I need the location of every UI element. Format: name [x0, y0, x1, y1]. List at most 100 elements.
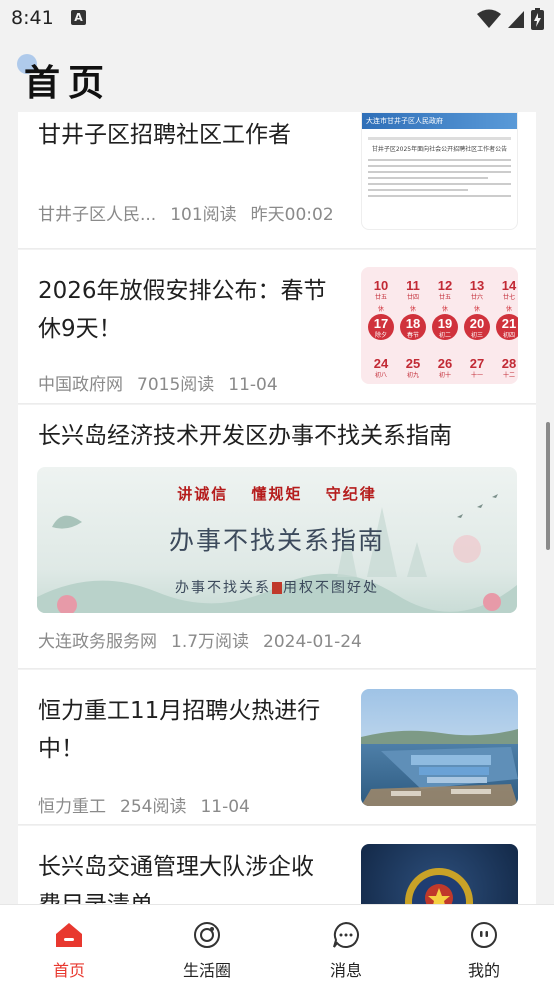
police-emblem-thumbnail [361, 844, 518, 904]
bottom-tab-bar: 首页 生活圈 消息 我的 [0, 904, 554, 984]
calendar-day-number: 12 [438, 278, 452, 293]
tab-label: 生活圈 [182, 961, 231, 980]
news-source: 大连政务服务网 [38, 632, 157, 652]
calendar-rest-badge: 休 [410, 305, 416, 313]
doc-header-bar: 大连市甘井子区人民政府 [362, 113, 517, 129]
news-card[interactable]: 长兴岛交通管理大队涉企收 费目录清单 [18, 826, 536, 904]
calendar-lunar-label: 廿四 [407, 293, 419, 301]
calendar-lunar-label: 廿六 [471, 293, 483, 301]
calendar-day-number: 19 [438, 316, 452, 331]
tab-life-circle[interactable]: 生活圈 [138, 905, 276, 984]
news-thumbnail: 大连市甘井子区人民政府 甘井子区2025年面向社会公开招聘社区工作者公告 [361, 112, 518, 230]
calendar-day-number: 27 [470, 356, 484, 371]
news-meta: 中国政府网 7015阅读 11-04 [38, 370, 292, 395]
calendar-day-number: 13 [470, 278, 484, 293]
calendar-day-number: 21 [502, 316, 516, 331]
news-time: 2024-01-24 [263, 632, 362, 652]
calendar-lunar-label: 初二 [439, 331, 451, 339]
news-meta: 甘井子区人民... 101阅读 昨天00:02 [38, 200, 348, 225]
aerial-photo [361, 689, 518, 806]
news-reads: 7015阅读 [137, 375, 215, 395]
police-emblem [405, 868, 473, 904]
calendar-day-number: 18 [406, 316, 420, 331]
news-time: 11-04 [200, 797, 250, 817]
seal-mark [272, 582, 282, 594]
news-title: 恒力重工11月招聘火热进行 中！ [38, 698, 321, 762]
calendar-lunar-label: 除夕 [375, 331, 387, 339]
calendar-day-number: 10 [374, 278, 388, 293]
wifi-icon [477, 9, 501, 28]
calendar-day-number: 11 [406, 278, 420, 293]
calendar-day-number: 14 [502, 278, 517, 293]
banner-headline: 办事不找关系指南 [168, 526, 385, 555]
news-reads: 254阅读 [120, 797, 187, 817]
tab-label: 消息 [329, 961, 362, 980]
calendar-day-number: 28 [502, 356, 516, 371]
news-source: 中国政府网 [38, 375, 123, 395]
calendar-lunar-label: 初九 [407, 371, 419, 379]
scrollbar[interactable] [546, 422, 550, 550]
news-feed[interactable]: 甘井子区招聘社区工作者 甘井子区人民... 101阅读 昨天00:02 大连市甘井子… [18, 112, 536, 904]
page-header: 首页 [0, 38, 554, 112]
news-time: 11-04 [228, 375, 278, 395]
calendar-rest-badge: 休 [378, 305, 384, 313]
calendar-rest-badge: 休 [506, 305, 512, 313]
banner-seals: 讲诚信 懂规矩 守纪律 [37, 483, 517, 504]
news-reads: 1.7万阅读 [171, 632, 250, 652]
calendar-lunar-label: 廿五 [375, 293, 387, 301]
calendar-thumbnail: 10 廿五 11 廿四 12 廿五 13 廿六 14 廿七休 17 除夕休 18 春节休 19 初二休 20 初三… [361, 267, 518, 384]
calendar-lunar-label: 初八 [375, 371, 387, 379]
signal-icon [508, 11, 524, 28]
calendar-day-number: 26 [438, 356, 452, 371]
calendar-lunar-label: 春节 [407, 331, 419, 339]
page-title: 首页 [24, 63, 113, 104]
calendar-rest-badge: 休 [442, 305, 448, 313]
seal-text: 懂规矩 [251, 485, 303, 503]
news-card[interactable]: 恒力重工11月招聘火热进行 中！ 恒力重工 254阅读 11-04 [18, 670, 536, 825]
calendar-lunar-label: 廿七 [503, 293, 515, 301]
calendar-rest-badge: 休 [474, 305, 480, 313]
profile-icon [471, 922, 497, 948]
news-card[interactable]: 长兴岛经济技术开发区办事不找关系指南 讲诚信 懂规矩 守纪律 办事不找关系指南 … [18, 405, 536, 669]
calendar-lunar-label: 初十 [439, 371, 451, 379]
message-icon [333, 921, 359, 948]
notification-icon: A [71, 10, 86, 25]
calendar-lunar-label: 初三 [471, 331, 483, 339]
banner-image: 讲诚信 懂规矩 守纪律 办事不找关系指南 办事不找关系 用权不图好处 [37, 467, 517, 613]
calendar-lunar-label: 十二 [503, 371, 515, 379]
tab-label: 首页 [52, 961, 85, 980]
calendar-day-number: 17 [374, 316, 388, 331]
calendar-day-number: 20 [470, 316, 484, 331]
news-title: 甘井子区招聘社区工作者 [38, 122, 291, 148]
news-source: 恒力重工 [38, 797, 106, 817]
news-card[interactable]: 2026年放假安排公布：春节 休9天！ 中国政府网 7015阅读 11-04 10 廿… [18, 250, 536, 404]
banner-subline: 办事不找关系 用权不图好处 [175, 580, 379, 596]
calendar-grid: 10廿五11廿四12廿五13廿六14廿七休17除夕休18春节休19初二休20初三… [368, 278, 518, 379]
news-reads: 101阅读 [170, 205, 237, 225]
news-card[interactable]: 甘井子区招聘社区工作者 甘井子区人民... 101阅读 昨天00:02 大连市甘井子… [18, 112, 536, 249]
aerial-photo-thumbnail [361, 689, 518, 806]
calendar-lunar-label: 初四 [503, 331, 515, 339]
calendar-lunar-label: 廿五 [439, 293, 451, 301]
doc-title: 甘井子区2025年面向社会公开招聘社区工作者公告 [371, 146, 508, 153]
news-title: 2026年放假安排公布：春节 休9天！ [38, 278, 327, 342]
tab-label: 我的 [467, 961, 500, 980]
circle-icon [194, 922, 220, 948]
seal-text: 讲诚信 [177, 485, 229, 503]
tab-messages[interactable]: 消息 [277, 905, 415, 984]
news-title: 长兴岛交通管理大队涉企收 费目录清单 [38, 854, 314, 904]
calendar-lunar-label: 十一 [471, 371, 483, 379]
battery-icon [531, 8, 544, 30]
news-source: 甘井子区人民... [38, 205, 157, 225]
status-time: 8:41 [11, 7, 54, 29]
tab-profile[interactable]: 我的 [415, 905, 553, 984]
news-meta: 恒力重工 254阅读 11-04 [38, 792, 264, 817]
calendar-day-number: 24 [374, 356, 389, 371]
status-bar: 8:41 A [0, 0, 554, 38]
news-title: 长兴岛经济技术开发区办事不找关系指南 [38, 423, 452, 449]
tab-home[interactable]: 首页 [0, 905, 138, 984]
home-icon [56, 923, 82, 947]
news-meta: 大连政务服务网 1.7万阅读 2024-01-24 [38, 627, 376, 652]
news-time: 昨天00:02 [250, 205, 334, 225]
seal-text: 守纪律 [325, 485, 377, 503]
